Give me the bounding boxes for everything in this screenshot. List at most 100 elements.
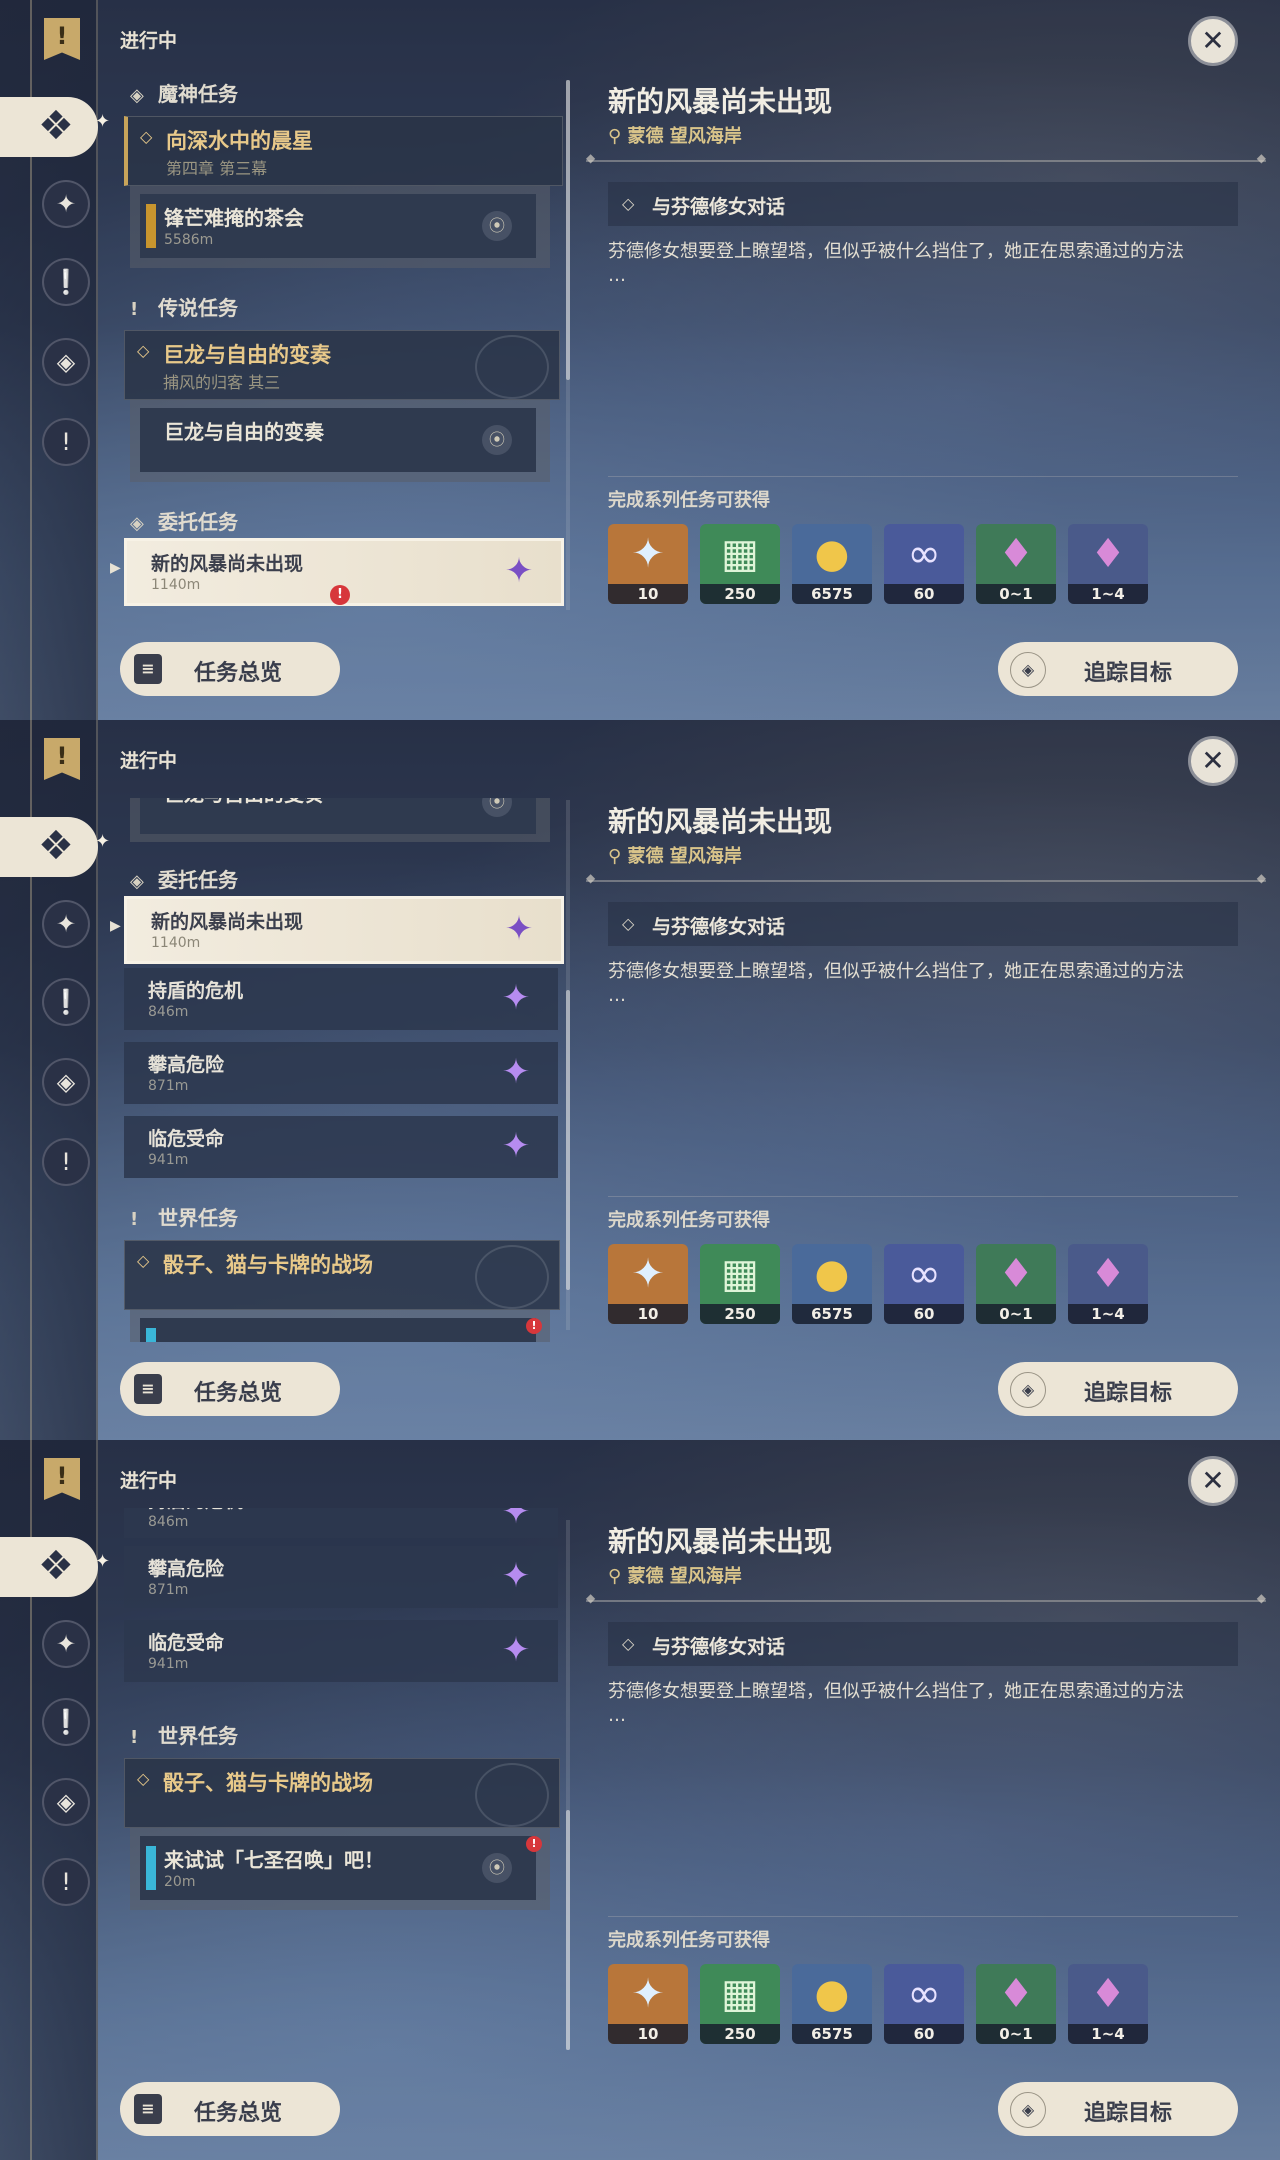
- nav-tab-archon-active[interactable]: ❖ ✦: [0, 817, 110, 877]
- reward-primogem[interactable]: ✦ 10: [608, 524, 688, 604]
- objective-diamond-icon: ◇: [622, 1634, 635, 1653]
- mora-icon: ●: [814, 1251, 850, 1297]
- commission-star-icon: ✦: [504, 551, 534, 591]
- reward-adventure-exp[interactable]: ▦ 250: [700, 1244, 780, 1324]
- commission-star-icon: ✦: [501, 1556, 531, 1596]
- rewards-title: 完成系列任务可获得: [608, 1930, 770, 1951]
- quest-overview-button[interactable]: ≡ 任务总览: [120, 642, 340, 696]
- nav-tab-legend-icon[interactable]: ❕: [42, 1698, 90, 1746]
- reward-mora[interactable]: ● 6575: [792, 1244, 872, 1324]
- close-button[interactable]: ✕: [1188, 16, 1238, 66]
- reward-adventure-exp[interactable]: ▦ 250: [700, 1964, 780, 2044]
- category-archon: ◈ 魔神任务: [130, 82, 238, 106]
- quest-legend-sub[interactable]: 巨龙与自由的变奏 ⦿: [140, 408, 536, 472]
- location-pin-icon[interactable]: ⦿: [482, 211, 512, 241]
- legend-category-icon: !: [130, 299, 139, 320]
- objective-row: ◇ 与芬德修女对话: [608, 1622, 1238, 1666]
- commission-item[interactable]: 持盾的危机 846m ✦: [124, 968, 558, 1030]
- commission-item[interactable]: 临危受命 941m ✦: [124, 1116, 558, 1178]
- nav-tab-story-icon[interactable]: ✦: [42, 1620, 90, 1668]
- nav-tab-archon-active[interactable]: ❖ ✦: [0, 97, 110, 157]
- location-pin-icon[interactable]: ⦿: [482, 798, 512, 817]
- reward-crystal-chunk[interactable]: ♦ 0~1: [976, 524, 1056, 604]
- quest-banner-icon[interactable]: !: [44, 1458, 80, 1500]
- nav-tab-world-icon[interactable]: !: [42, 418, 90, 466]
- track-objective-button[interactable]: ◈ 追踪目标: [998, 642, 1238, 696]
- reward-crystal-cluster[interactable]: ♦ 1~4: [1068, 524, 1148, 604]
- quest-list-scrollbar[interactable]: [566, 990, 570, 1290]
- quest-archon-sub[interactable]: 锋芒难掩的茶会 5586m ⦿: [140, 194, 536, 258]
- track-objective-button[interactable]: ◈ 追踪目标: [998, 2082, 1238, 2136]
- alert-icon: !: [526, 1318, 542, 1334]
- nav-tab-legend-icon[interactable]: ❕: [42, 978, 90, 1026]
- primogem-icon: ✦: [631, 1971, 665, 2017]
- world-category-icon: !: [130, 1209, 139, 1230]
- reward-crystal-chunk[interactable]: ♦ 0~1: [976, 1244, 1056, 1324]
- crystal-chunk-icon: ♦: [998, 1971, 1034, 2017]
- companionship-exp-icon: ∞: [907, 531, 941, 577]
- nav-tab-archon-active[interactable]: ❖ ✦: [0, 1537, 110, 1597]
- commission-star-icon: ✦: [504, 909, 534, 949]
- reward-companionship-exp[interactable]: ∞ 60: [884, 524, 964, 604]
- alert-icon: !: [330, 585, 350, 605]
- quest-list-scrollbar[interactable]: [566, 80, 570, 380]
- reward-primogem[interactable]: ✦ 10: [608, 1244, 688, 1324]
- reward-crystal-chunk[interactable]: ♦ 0~1: [976, 1964, 1056, 2044]
- track-diamond-icon: ◈: [1010, 1372, 1046, 1408]
- nav-tab-legend-icon[interactable]: ❕: [42, 258, 90, 306]
- commission-item[interactable]: 临危受命 941m ✦: [124, 1620, 558, 1682]
- quest-world-sub[interactable]: 来试试「七圣召唤」吧！ 20m ⦿: [140, 1836, 536, 1900]
- quest-archon-main[interactable]: ◇ 向深水中的晨星 第四章 第三幕: [124, 116, 563, 186]
- primogem-icon: ✦: [631, 531, 665, 577]
- commission-item[interactable]: 持盾的危机 846m ✦: [124, 1508, 558, 1538]
- quest-world-sub[interactable]: [140, 1318, 536, 1342]
- diamond-icon: ◇: [137, 1251, 150, 1270]
- detail-location: ⚲ 蒙德 望风海岸: [608, 1566, 742, 1587]
- quest-book-icon: ≡: [134, 654, 162, 684]
- quest-overview-button[interactable]: ≡ 任务总览: [120, 1362, 340, 1416]
- close-button[interactable]: ✕: [1188, 1456, 1238, 1506]
- status-label: 进行中: [120, 1470, 178, 1492]
- nav-tab-commission-icon[interactable]: ◈: [42, 338, 90, 386]
- reward-adventure-exp[interactable]: ▦ 250: [700, 524, 780, 604]
- reward-crystal-cluster[interactable]: ♦ 1~4: [1068, 1244, 1148, 1324]
- reward-crystal-cluster[interactable]: ♦ 1~4: [1068, 1964, 1148, 2044]
- close-button[interactable]: ✕: [1188, 736, 1238, 786]
- adventure-exp-icon: ▦: [721, 1971, 759, 2017]
- reward-companionship-exp[interactable]: ∞ 60: [884, 1964, 964, 2044]
- quest-banner-icon[interactable]: !: [44, 18, 80, 60]
- quest-banner-icon[interactable]: !: [44, 738, 80, 780]
- archon-quest-icon: ❖: [38, 823, 74, 869]
- location-pin-icon[interactable]: ⦿: [482, 425, 512, 455]
- quest-legend-main[interactable]: ◇ 巨龙与自由的变奏 捕风的归客 其三: [124, 330, 560, 400]
- location-pin-icon[interactable]: ⦿: [482, 1853, 512, 1883]
- commission-item[interactable]: 攀高危险 871m ✦: [124, 1042, 558, 1104]
- quest-list-scrollbar[interactable]: [566, 1810, 570, 2050]
- nav-tab-commission-icon[interactable]: ◈: [42, 1058, 90, 1106]
- world-category-icon: !: [130, 1727, 139, 1748]
- commission-item[interactable]: 攀高危险 871m ✦: [124, 1546, 558, 1608]
- quest-legend-sub[interactable]: 巨龙与自由的变奏 ⦿: [140, 798, 536, 834]
- track-objective-button[interactable]: ◈ 追踪目标: [998, 1362, 1238, 1416]
- quest-overview-button[interactable]: ≡ 任务总览: [120, 2082, 340, 2136]
- quest-world-main[interactable]: ◇ 骰子、猫与卡牌的战场: [124, 1240, 560, 1310]
- nav-tab-commission-icon[interactable]: ◈: [42, 1778, 90, 1826]
- objective-row: ◇ 与芬德修女对话: [608, 182, 1238, 226]
- commission-star-icon: ✦: [501, 1630, 531, 1670]
- category-world: ! 世界任务: [130, 1724, 238, 1748]
- commission-item-selected[interactable]: 新的风暴尚未出现 1140m ✦: [124, 896, 564, 964]
- nav-tab-world-icon[interactable]: !: [42, 1858, 90, 1906]
- reward-mora[interactable]: ● 6575: [792, 524, 872, 604]
- reward-companionship-exp[interactable]: ∞ 60: [884, 1244, 964, 1324]
- quest-world-main[interactable]: ◇ 骰子、猫与卡牌的战场: [124, 1758, 560, 1828]
- reward-primogem[interactable]: ✦ 10: [608, 1964, 688, 2044]
- reward-mora[interactable]: ● 6575: [792, 1964, 872, 2044]
- track-diamond-icon: ◈: [1010, 652, 1046, 688]
- nav-tab-world-icon[interactable]: !: [42, 1138, 90, 1186]
- category-commission: ◈ 委托任务: [130, 510, 238, 534]
- category-commission: ◈ 委托任务: [130, 868, 238, 892]
- detail-location: ⚲ 蒙德 望风海岸: [608, 846, 742, 867]
- nav-tab-story-icon[interactable]: ✦: [42, 180, 90, 228]
- nav-tab-story-icon[interactable]: ✦: [42, 900, 90, 948]
- rewards-title: 完成系列任务可获得: [608, 490, 770, 511]
